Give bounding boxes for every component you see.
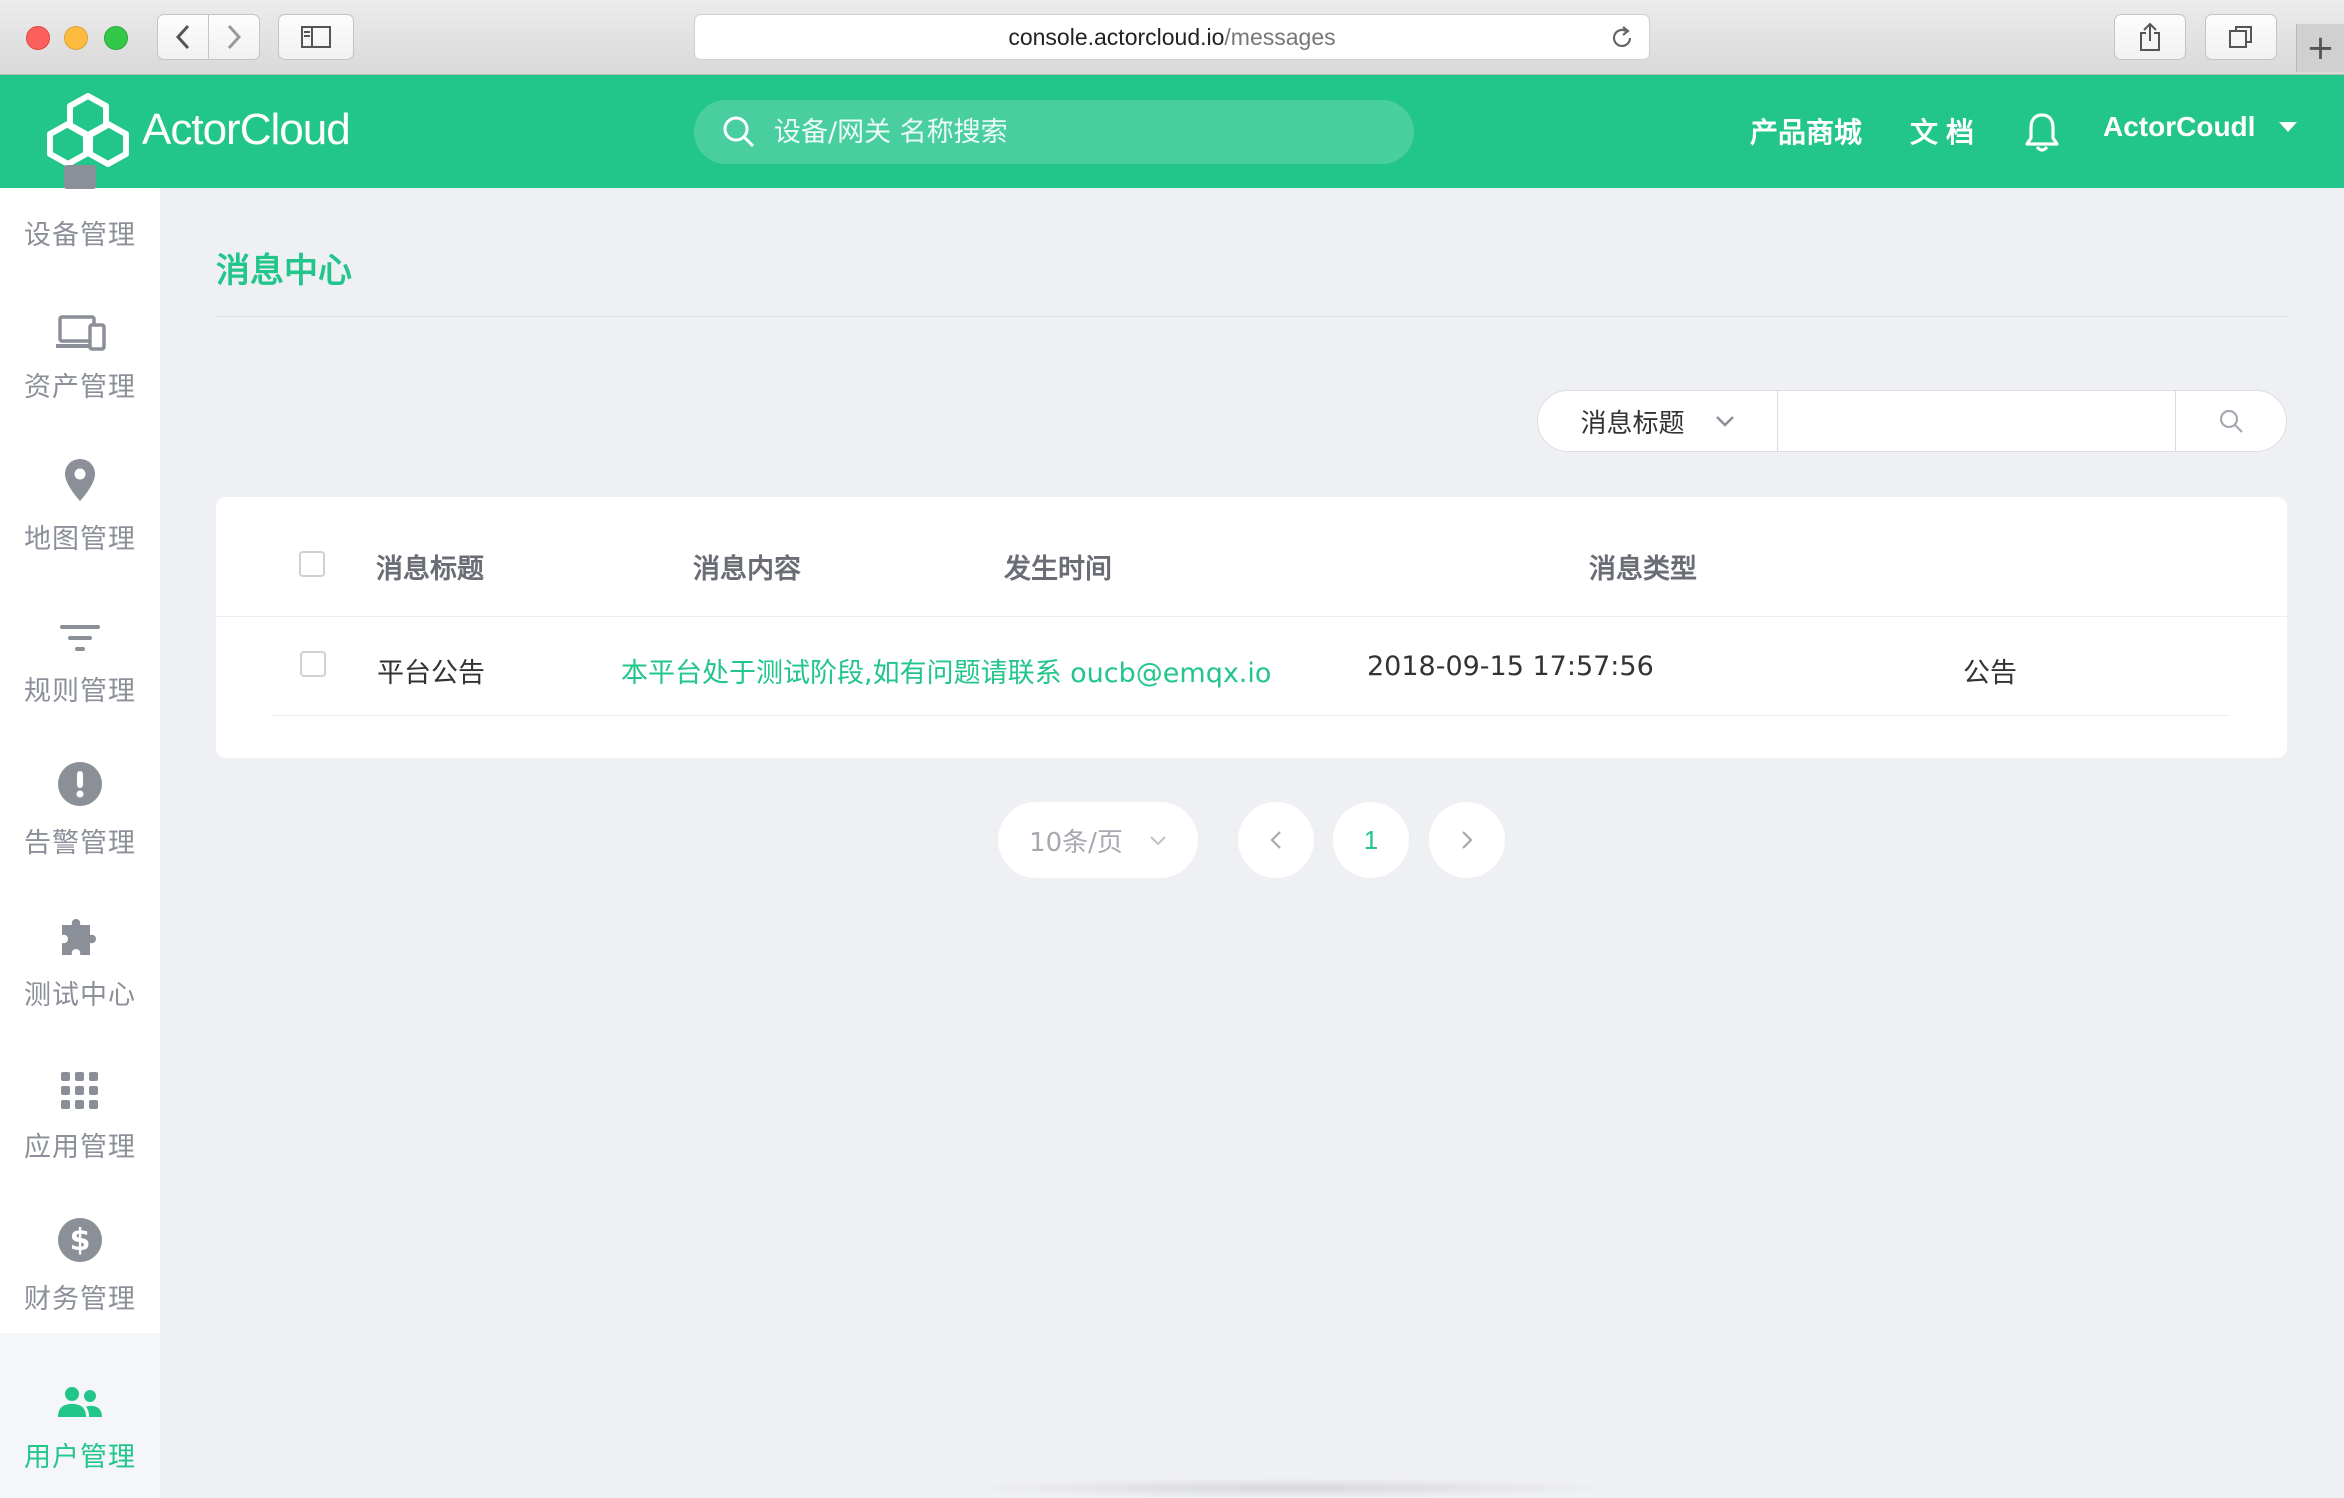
message-filter: 消息标题: [1537, 390, 2287, 452]
window-shadow: [960, 1478, 1620, 1498]
sidebar-item-label: 资产管理: [24, 372, 136, 403]
filter-icon: [60, 625, 100, 651]
sidebar: 设备管理 资产管理 地图管理 规则管理 告警管理 测试中心 应用管理 $ 财务管…: [0, 165, 160, 1498]
sidebar-item-test-center[interactable]: 测试中心: [0, 884, 160, 1036]
svg-text:$: $: [70, 1223, 91, 1258]
plus-icon: +: [2306, 28, 2335, 68]
column-header-content: 消息内容: [693, 554, 801, 585]
close-window-button[interactable]: [26, 26, 50, 50]
global-search-input[interactable]: [774, 116, 1374, 148]
url-path: /messages: [1224, 23, 1336, 50]
user-name: ActorCoudl: [2103, 111, 2256, 142]
filter-field-value: 消息标题: [1580, 408, 1685, 439]
filter-search-button[interactable]: [2176, 391, 2286, 451]
tab-overview-button[interactable]: [2205, 14, 2277, 60]
nav-docs[interactable]: 文档: [1910, 111, 1982, 151]
sidebar-item-apps[interactable]: 应用管理: [0, 1036, 160, 1188]
chevron-down-icon: [1715, 416, 1734, 427]
sidebar-toggle-button[interactable]: [278, 14, 354, 60]
nav-product-store[interactable]: 产品商城: [1750, 111, 1862, 151]
map-pin-icon: [65, 459, 95, 501]
page-size-value: 10条/页: [1029, 827, 1123, 858]
sidebar-item-users[interactable]: 用户管理: [0, 1333, 160, 1498]
prev-page-button[interactable]: [1238, 802, 1314, 878]
page-size-select[interactable]: 10条/页: [998, 802, 1198, 878]
table-row: 平台公告 本平台处于测试阶段,如有问题请联系 oucb@emqx.io 2018…: [272, 617, 2230, 716]
table-header: 消息标题 消息内容 发生时间 消息类型: [216, 497, 2287, 617]
url-domain: console.actorcloud.io: [1008, 23, 1225, 50]
logo-text: ActorCloud: [142, 105, 351, 154]
filter-field-select[interactable]: 消息标题: [1538, 391, 1778, 451]
reload-icon[interactable]: [1609, 25, 1635, 51]
chevron-left-icon: [175, 24, 190, 50]
sidebar-item-label: 地图管理: [24, 524, 136, 555]
device-icon: [64, 165, 96, 189]
message-time: 2018-09-15 17:57:56: [1367, 651, 1654, 682]
sidebar-item-rules[interactable]: 规则管理: [0, 580, 160, 732]
app-header: ActorCloud 产品商城 文档 ActorCoudl: [0, 75, 2344, 188]
sidebar-item-label: 告警管理: [24, 828, 136, 859]
chevron-left-icon: [1270, 831, 1281, 849]
sidebar-item-label: 测试中心: [24, 980, 136, 1011]
sidebar-item-label: 用户管理: [24, 1442, 136, 1473]
share-icon: [2140, 22, 2160, 51]
select-all-checkbox[interactable]: [299, 551, 325, 577]
global-search[interactable]: [694, 100, 1414, 164]
users-icon: [58, 1387, 102, 1417]
row-checkbox[interactable]: [300, 651, 326, 677]
message-content-link[interactable]: 本平台处于测试阶段,如有问题请联系 oucb@emqx.io: [621, 651, 1271, 690]
sidebar-item-alerts[interactable]: 告警管理: [0, 732, 160, 884]
tabs-icon: [2229, 26, 2252, 48]
sidebar-item-map[interactable]: 地图管理: [0, 428, 160, 580]
filter-text-input[interactable]: [1778, 391, 2176, 451]
back-button[interactable]: [157, 14, 209, 60]
chevron-down-icon: [1150, 835, 1166, 846]
search-icon: [2219, 409, 2243, 433]
share-button[interactable]: [2114, 14, 2186, 60]
devices-icon: [56, 315, 106, 351]
search-icon: [723, 116, 755, 148]
page-title: 消息中心: [216, 251, 352, 291]
divider: [216, 316, 2287, 317]
next-page-button[interactable]: [1429, 802, 1505, 878]
address-bar[interactable]: console.actorcloud.io/messages: [694, 14, 1650, 60]
bell-icon[interactable]: [2024, 111, 2060, 153]
minimize-window-button[interactable]: [64, 26, 88, 50]
maximize-window-button[interactable]: [104, 26, 128, 50]
page-number-button[interactable]: 1: [1333, 802, 1409, 878]
puzzle-icon: [62, 919, 96, 955]
chevron-right-icon: [227, 24, 242, 50]
sidebar-item-label: 应用管理: [24, 1132, 136, 1163]
column-header-time: 发生时间: [1004, 554, 1112, 585]
dollar-icon: $: [58, 1218, 102, 1262]
alert-icon: [58, 762, 102, 806]
browser-chrome: console.actorcloud.io/messages +: [0, 0, 2344, 75]
sidebar-item-finance[interactable]: $ 财务管理: [0, 1188, 160, 1340]
sidebar-icon: [301, 26, 331, 48]
message-type: 公告: [1963, 658, 2017, 689]
user-menu[interactable]: ActorCoudl: [2103, 111, 2298, 143]
new-tab-button[interactable]: +: [2296, 24, 2344, 72]
sidebar-item-assets[interactable]: 资产管理: [0, 276, 160, 428]
sidebar-item-device[interactable]: 设备管理: [0, 124, 160, 276]
sidebar-item-label: 财务管理: [24, 1284, 136, 1315]
caret-down-icon: [2279, 122, 2298, 132]
message-title: 平台公告: [377, 658, 485, 689]
sidebar-item-label: 设备管理: [24, 220, 136, 251]
messages-table: 消息标题 消息内容 发生时间 消息类型 平台公告 本平台处于测试阶段,如有问题请…: [216, 497, 2287, 758]
sidebar-item-label: 规则管理: [24, 676, 136, 707]
grid-icon: [61, 1072, 98, 1109]
column-header-type: 消息类型: [1589, 554, 1697, 585]
forward-button[interactable]: [208, 14, 260, 60]
chevron-right-icon: [1462, 831, 1473, 849]
column-header-title: 消息标题: [376, 554, 484, 585]
